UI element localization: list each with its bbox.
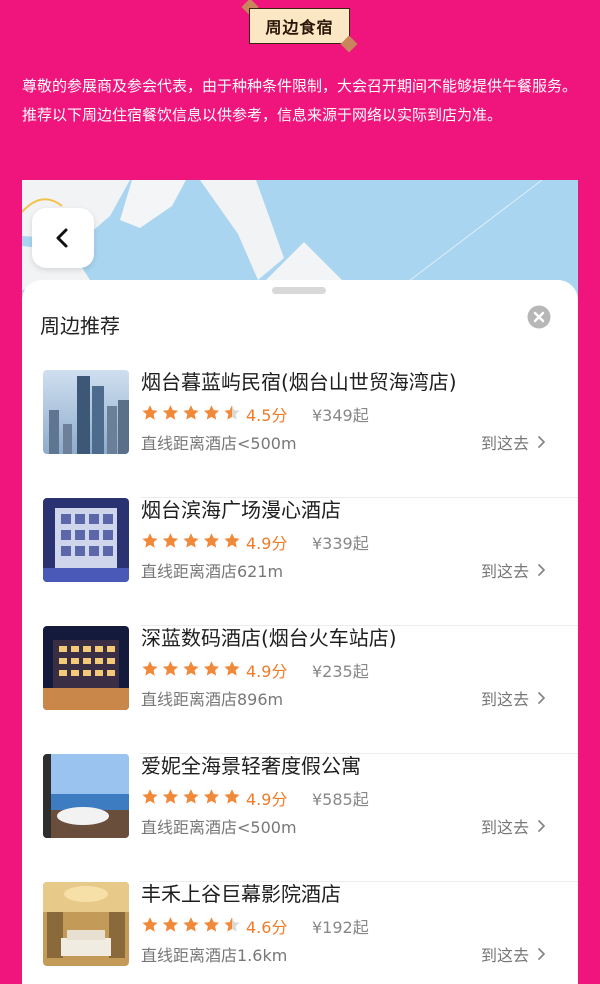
chevron-right-icon (538, 436, 545, 448)
navigate-label: 到这去 (481, 818, 530, 837)
star-icon (203, 405, 220, 420)
navigate-button[interactable]: 到这去 (481, 814, 546, 838)
star-icon (224, 533, 240, 548)
star-icon (162, 405, 179, 420)
map-screenshot: 周边推荐 烟台暮蓝屿民宿(烟台山世贸海湾店) 4.5分 ¥349起 直线距离酒店… (22, 180, 578, 984)
hotel-thumbnail (43, 370, 129, 454)
star-icon (224, 661, 240, 676)
hotel-price: ¥235起 (312, 662, 369, 681)
star-icon (162, 789, 179, 804)
hotel-thumbnail (43, 626, 129, 710)
hotel-score: 4.5分 (246, 406, 288, 425)
rating-stars (142, 917, 240, 932)
star-icon (162, 533, 179, 548)
chevron-right-icon (538, 948, 545, 960)
back-button[interactable] (32, 208, 94, 268)
hotel-item[interactable]: 烟台滨海广场漫心酒店 4.9分 ¥339起 直线距离酒店621m 到这去 (22, 498, 578, 626)
nearby-sheet: 周边推荐 烟台暮蓝屿民宿(烟台山世贸海湾店) 4.5分 ¥349起 直线距离酒店… (22, 280, 578, 984)
star-icon (224, 405, 240, 420)
hotel-price: ¥349起 (312, 406, 369, 425)
hotel-score: 4.9分 (246, 534, 288, 553)
chevron-right-icon (538, 692, 545, 704)
navigate-button[interactable]: 到这去 (481, 558, 546, 582)
hotel-name: 烟台滨海广场漫心酒店 (141, 498, 341, 522)
star-icon (142, 533, 158, 548)
hotel-distance: 直线距离酒店896m (141, 690, 284, 709)
hotel-score: 4.9分 (246, 790, 288, 809)
star-icon (203, 661, 220, 676)
star-icon (142, 661, 158, 676)
hotel-name: 爱妮全海景轻奢度假公寓 (141, 754, 361, 778)
sheet-title: 周边推荐 (40, 314, 120, 338)
hotel-score: 4.6分 (246, 918, 288, 937)
star-icon (224, 789, 240, 804)
rating-stars (142, 533, 240, 548)
star-icon (183, 789, 199, 804)
star-icon (203, 533, 220, 548)
hotel-thumbnail (43, 754, 129, 838)
hotel-score: 4.9分 (246, 662, 288, 681)
hotel-item[interactable]: 深蓝数码酒店(烟台火车站店) 4.9分 ¥235起 直线距离酒店896m 到这去 (22, 626, 578, 754)
hotel-distance: 直线距离酒店<500m (141, 434, 297, 453)
hotel-distance: 直线距离酒店1.6km (141, 946, 288, 965)
star-icon (224, 917, 240, 932)
hotel-name: 丰禾上谷巨幕影院酒店 (141, 882, 341, 906)
chevron-right-icon (538, 820, 545, 832)
hotel-name: 深蓝数码酒店(烟台火车站店) (141, 626, 397, 650)
drag-handle[interactable] (272, 287, 326, 294)
navigate-label: 到这去 (481, 434, 530, 453)
hotel-name: 烟台暮蓝屿民宿(烟台山世贸海湾店) (141, 370, 457, 394)
navigate-button[interactable]: 到这去 (481, 942, 546, 966)
star-icon (203, 789, 220, 804)
hotel-item[interactable]: 丰禾上谷巨幕影院酒店 4.6分 ¥192起 直线距离酒店1.6km 到这去 (22, 882, 578, 984)
hotel-price: ¥339起 (312, 534, 369, 553)
hotel-item[interactable]: 烟台暮蓝屿民宿(烟台山世贸海湾店) 4.5分 ¥349起 直线距离酒店<500m… (22, 370, 578, 498)
star-icon (162, 917, 179, 932)
navigate-label: 到这去 (481, 562, 530, 581)
star-icon (183, 917, 199, 932)
navigate-button[interactable]: 到这去 (481, 686, 546, 710)
section-header: 周边食宿 (0, 0, 600, 60)
hotel-price: ¥192起 (312, 918, 369, 937)
hotel-item[interactable]: 爱妮全海景轻奢度假公寓 4.9分 ¥585起 直线距离酒店<500m 到这去 (22, 754, 578, 882)
star-icon (142, 405, 158, 420)
hotel-thumbnail (43, 498, 129, 582)
star-icon (183, 533, 199, 548)
chevron-right-icon (538, 564, 545, 576)
rating-stars (142, 789, 240, 804)
chevron-left-icon (56, 228, 68, 248)
star-icon (142, 917, 158, 932)
close-icon[interactable] (527, 305, 551, 329)
rating-stars (142, 405, 240, 420)
star-icon (203, 917, 220, 932)
star-icon (183, 405, 199, 420)
hotel-distance: 直线距离酒店<500m (141, 818, 297, 837)
hotel-thumbnail (43, 882, 129, 966)
hotel-price: ¥585起 (312, 790, 369, 809)
navigate-button[interactable]: 到这去 (481, 430, 546, 454)
star-icon (142, 789, 158, 804)
navigate-label: 到这去 (481, 946, 530, 965)
hotel-distance: 直线距离酒店621m (141, 562, 284, 581)
intro-text: 尊敬的参展商及参会代表，由于种种条件限制，大会召开期间不能够提供午餐服务。推荐以… (22, 77, 578, 124)
rating-stars (142, 661, 240, 676)
section-title: 周边食宿 (249, 8, 350, 44)
star-icon (183, 661, 199, 676)
star-icon (162, 661, 179, 676)
navigate-label: 到这去 (481, 690, 530, 709)
